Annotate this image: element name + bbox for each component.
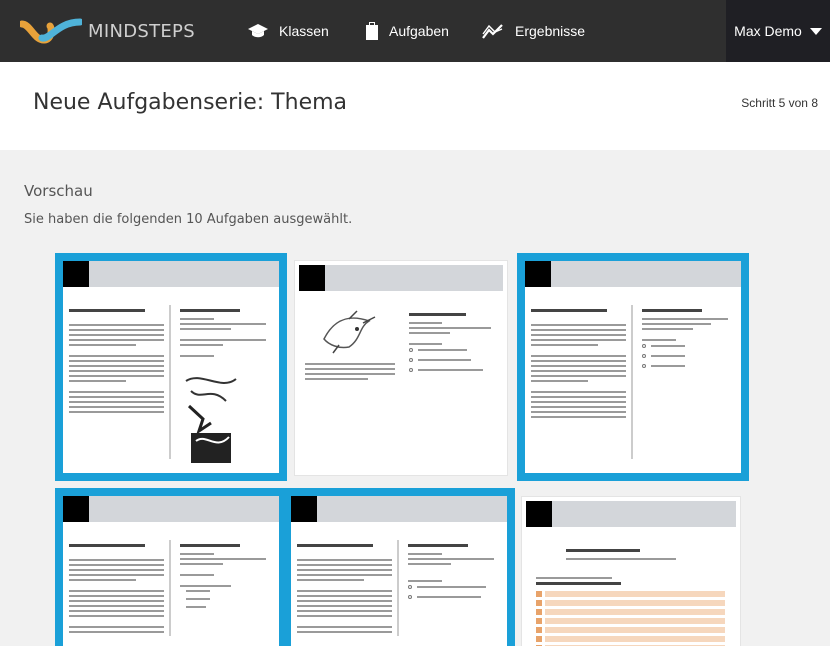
mindsteps-wave-icon <box>20 18 82 44</box>
thumbnail-header <box>526 501 736 527</box>
nav-klassen[interactable]: Klassen <box>247 0 329 62</box>
task-preview-card[interactable] <box>55 488 287 646</box>
thumbnail-header <box>291 496 507 522</box>
thumbnail-logo <box>291 496 317 522</box>
thumbnail-logo <box>299 265 325 291</box>
preview-description: Sie haben die folgenden 10 Aufgaben ausg… <box>24 212 353 227</box>
illustration-icon <box>181 371 241 471</box>
user-name: Max Demo <box>734 23 802 39</box>
page-title: Neue Aufgabenserie: Thema <box>33 90 348 115</box>
task-preview-card[interactable] <box>55 253 287 481</box>
thumbnail-logo <box>63 496 89 522</box>
clipboard-icon <box>365 22 379 40</box>
task-preview-card[interactable] <box>521 496 741 646</box>
nav-aufgaben-label: Aufgaben <box>389 23 449 39</box>
thumbnail-logo <box>526 501 552 527</box>
top-navbar: MINDSTEPS Klassen Aufgaben Ergebnisse Ma… <box>0 0 830 62</box>
thumbnail-header <box>63 496 279 522</box>
thumbnail-header <box>63 261 279 287</box>
task-thumbnail <box>291 496 507 646</box>
step-indicator: Schritt 5 von 8 <box>741 96 818 110</box>
thumbnail-header <box>525 261 741 287</box>
task-thumbnail <box>526 501 736 646</box>
task-preview-card[interactable] <box>294 260 508 476</box>
task-preview-card[interactable] <box>283 488 515 646</box>
task-thumbnail <box>63 496 279 646</box>
thumbnail-logo <box>525 261 551 287</box>
task-thumbnail <box>525 261 741 473</box>
animal-illustration-icon <box>319 309 379 355</box>
task-preview-card[interactable] <box>517 253 749 481</box>
nav-aufgaben[interactable]: Aufgaben <box>365 0 449 62</box>
preview-title: Vorschau <box>24 182 93 200</box>
nav-ergebnisse[interactable]: Ergebnisse <box>481 0 585 62</box>
trend-chart-icon <box>481 22 505 40</box>
task-thumbnail <box>299 265 503 471</box>
nav-ergebnisse-label: Ergebnisse <box>515 23 586 39</box>
thumbnail-header <box>299 265 503 291</box>
thumbnail-logo <box>63 261 89 287</box>
user-menu[interactable]: Max Demo <box>726 0 830 62</box>
mindsteps-logo[interactable]: MINDSTEPS <box>20 14 195 48</box>
brand-name: MINDSTEPS <box>88 20 195 42</box>
task-thumbnail <box>63 261 279 473</box>
caret-down-icon <box>809 27 822 35</box>
graduation-cap-icon <box>247 23 269 39</box>
nav-klassen-label: Klassen <box>279 23 329 39</box>
